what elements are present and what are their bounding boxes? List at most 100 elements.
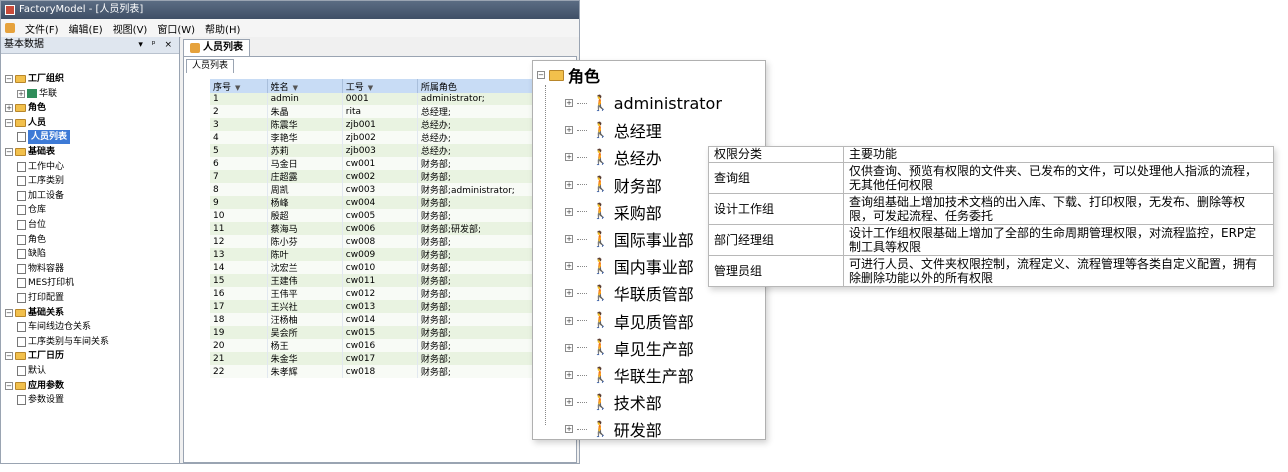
tree-item[interactable]: 车间线边仓关系	[17, 320, 91, 334]
collapse-icon[interactable]: −	[537, 71, 545, 79]
tree-item[interactable]: − 应用参数	[5, 379, 64, 393]
expand-icon[interactable]: +	[565, 262, 573, 271]
table-row[interactable]: 17 王兴社 cw013 财务部;	[210, 300, 579, 314]
role-tree-item[interactable]: + 🚶 administrator	[565, 91, 722, 115]
table-row[interactable]: 14 沈宏兰 cw010 财务部;	[210, 261, 579, 275]
tree-item[interactable]: 台位	[17, 218, 46, 232]
tab-person-list[interactable]: 人员列表	[183, 39, 250, 56]
table-row[interactable]: 1 admin 0001 administrator;	[210, 93, 579, 106]
tree-item[interactable]: − 基础关系	[5, 306, 64, 320]
column-header-name[interactable]: 姓名 ▼	[267, 79, 343, 93]
role-tree-item[interactable]: + 🚶 总经理	[565, 118, 662, 142]
column-header-index[interactable]: 序号 ▼	[210, 79, 268, 93]
table-row[interactable]: 7 庄超露 cw002 财务部;	[210, 170, 579, 184]
table-row[interactable]: 21 朱金华 cw017 财务部;	[210, 352, 579, 366]
collapse-icon[interactable]: −	[5, 148, 13, 156]
tree-item[interactable]: 工序类别	[17, 174, 64, 188]
table-row[interactable]: 16 王伟平 cw012 财务部;	[210, 287, 579, 301]
table-row[interactable]: 3 陈震华 zjb001 总经办;	[210, 118, 579, 132]
tree-item[interactable]: − 基础表	[5, 145, 55, 159]
table-row[interactable]: 12 陈小芬 cw008 财务部;	[210, 235, 579, 249]
inner-tab-person-list[interactable]: 人员列表	[186, 59, 235, 73]
collapse-icon[interactable]: −	[5, 75, 13, 83]
expand-icon[interactable]: +	[5, 104, 13, 113]
table-row[interactable]: 18 汪杨柚 cw014 财务部;	[210, 313, 579, 327]
expand-icon[interactable]: +	[17, 89, 25, 98]
tree-item[interactable]: 人员列表	[17, 130, 71, 145]
table-row[interactable]: 6 马金日 cw001 财务部;	[210, 157, 579, 171]
panel-controls[interactable]: ▾ ᵖ ×	[138, 37, 179, 53]
collapse-icon[interactable]: −	[5, 118, 13, 127]
menu-help[interactable]: 帮助(H)	[205, 21, 240, 36]
tree-item[interactable]: 参数设置	[17, 393, 64, 407]
collapse-icon[interactable]: −	[5, 381, 13, 390]
table-row[interactable]: 5 苏莉 zjb003 总经办;	[210, 144, 579, 158]
role-tree-item[interactable]: + 🚶 华联生产部	[565, 363, 694, 387]
table-row[interactable]: 8 周凯 cw003 财务部;administrator;	[210, 183, 579, 197]
menu-window[interactable]: 窗口(W)	[157, 21, 195, 36]
role-tree-item[interactable]: + 🚶 总经办	[565, 145, 662, 169]
role-tree-item[interactable]: + 🚶 卓见质管部	[565, 309, 694, 333]
tree-item[interactable]: 加工设备	[17, 189, 64, 203]
expand-icon[interactable]: +	[565, 180, 573, 189]
role-tree-root[interactable]: − 角色	[537, 63, 600, 87]
role-tree-item[interactable]: + 🚶 国际事业部	[565, 227, 694, 251]
expand-icon[interactable]: +	[565, 289, 573, 298]
sort-arrow-icon: ▼	[367, 83, 374, 92]
tree-item[interactable]: 仓库	[17, 203, 46, 217]
tree-item[interactable]: 工作中心	[17, 160, 64, 174]
expand-icon[interactable]: +	[565, 153, 573, 162]
role-tree-item[interactable]: + 🚶 技术部	[565, 390, 662, 414]
tree-item[interactable]: + 角色	[5, 101, 46, 115]
expand-icon[interactable]: +	[565, 425, 573, 434]
tree-item[interactable]: − 工厂日历	[5, 349, 64, 363]
expand-icon[interactable]: +	[565, 398, 573, 407]
role-tree-item[interactable]: + 🚶 华联质管部	[565, 281, 694, 305]
table-row[interactable]: 20 杨王 cw016 财务部;	[210, 339, 579, 353]
tree-item-label: 车间线边仓关系	[28, 322, 92, 333]
tree-item[interactable]: MES打印机	[17, 276, 74, 290]
expand-icon[interactable]: +	[565, 235, 573, 243]
table-row[interactable]: 10 殷超 cw005 财务部;	[210, 209, 579, 223]
expand-icon[interactable]: +	[565, 343, 573, 352]
expand-icon[interactable]: +	[565, 207, 573, 216]
table-cell: 李艳华	[267, 131, 343, 145]
tree-item[interactable]: 工序类别与车间关系	[17, 335, 109, 349]
table-row[interactable]: 19 吴会所 cw015 财务部;	[210, 326, 579, 340]
table-row[interactable]: 9 杨峰 cw004 财务部;	[210, 196, 579, 210]
collapse-icon[interactable]: −	[5, 352, 13, 361]
role-tree-item[interactable]: + 🚶 卓见生产部	[565, 336, 694, 360]
role-tree-item[interactable]: + 🚶 国内事业部	[565, 254, 694, 278]
role-tree-item[interactable]: + 🚶 财务部	[565, 173, 662, 197]
table-cell: 朱孝辉	[267, 365, 343, 379]
tree-item[interactable]: − 人员	[5, 116, 46, 130]
expand-icon[interactable]: +	[565, 99, 573, 107]
table-row[interactable]: 2 朱晶 rita 总经理;	[210, 105, 579, 119]
expand-icon[interactable]: +	[565, 371, 573, 379]
tree-item[interactable]: 缺陷	[17, 247, 46, 261]
tree-item[interactable]: 打印配置	[17, 291, 64, 305]
tree-item[interactable]: 物料容器	[17, 262, 64, 276]
tree-item[interactable]: 角色	[17, 233, 46, 247]
column-header-id[interactable]: 工号 ▼	[342, 79, 418, 93]
expand-icon[interactable]: +	[565, 126, 573, 135]
menu-file[interactable]: 文件(F)	[25, 21, 59, 36]
table-row[interactable]: 11 蔡海马 cw006 财务部;研发部;	[210, 222, 579, 236]
table-row[interactable]: 4 李艳华 zjb002 总经办;	[210, 131, 579, 145]
folder-icon	[15, 381, 26, 390]
menu-edit[interactable]: 编辑(E)	[69, 21, 103, 36]
table-row[interactable]: 22 朱孝辉 cw018 财务部;	[210, 365, 579, 379]
role-tree-item[interactable]: + 🚶 采购部	[565, 200, 662, 224]
tree-item-label: 人员	[28, 117, 47, 128]
collapse-icon[interactable]: −	[5, 308, 13, 317]
role-tree-item[interactable]: + 🚶 研发部	[565, 417, 662, 441]
tree-item[interactable]: + 华联	[17, 87, 57, 101]
table-row[interactable]: 15 王建伟 cw011 财务部;	[210, 274, 579, 288]
expand-icon[interactable]: +	[565, 316, 573, 325]
table-row[interactable]: 13 陈叶 cw009 财务部;	[210, 248, 579, 262]
tree-item[interactable]: − 工厂组织	[5, 72, 64, 86]
tree-item[interactable]: 默认	[17, 364, 46, 378]
role-label: 华联生产部	[613, 367, 694, 386]
tree-item-label: 缺陷	[28, 249, 47, 260]
menu-view[interactable]: 视图(V)	[113, 21, 148, 36]
